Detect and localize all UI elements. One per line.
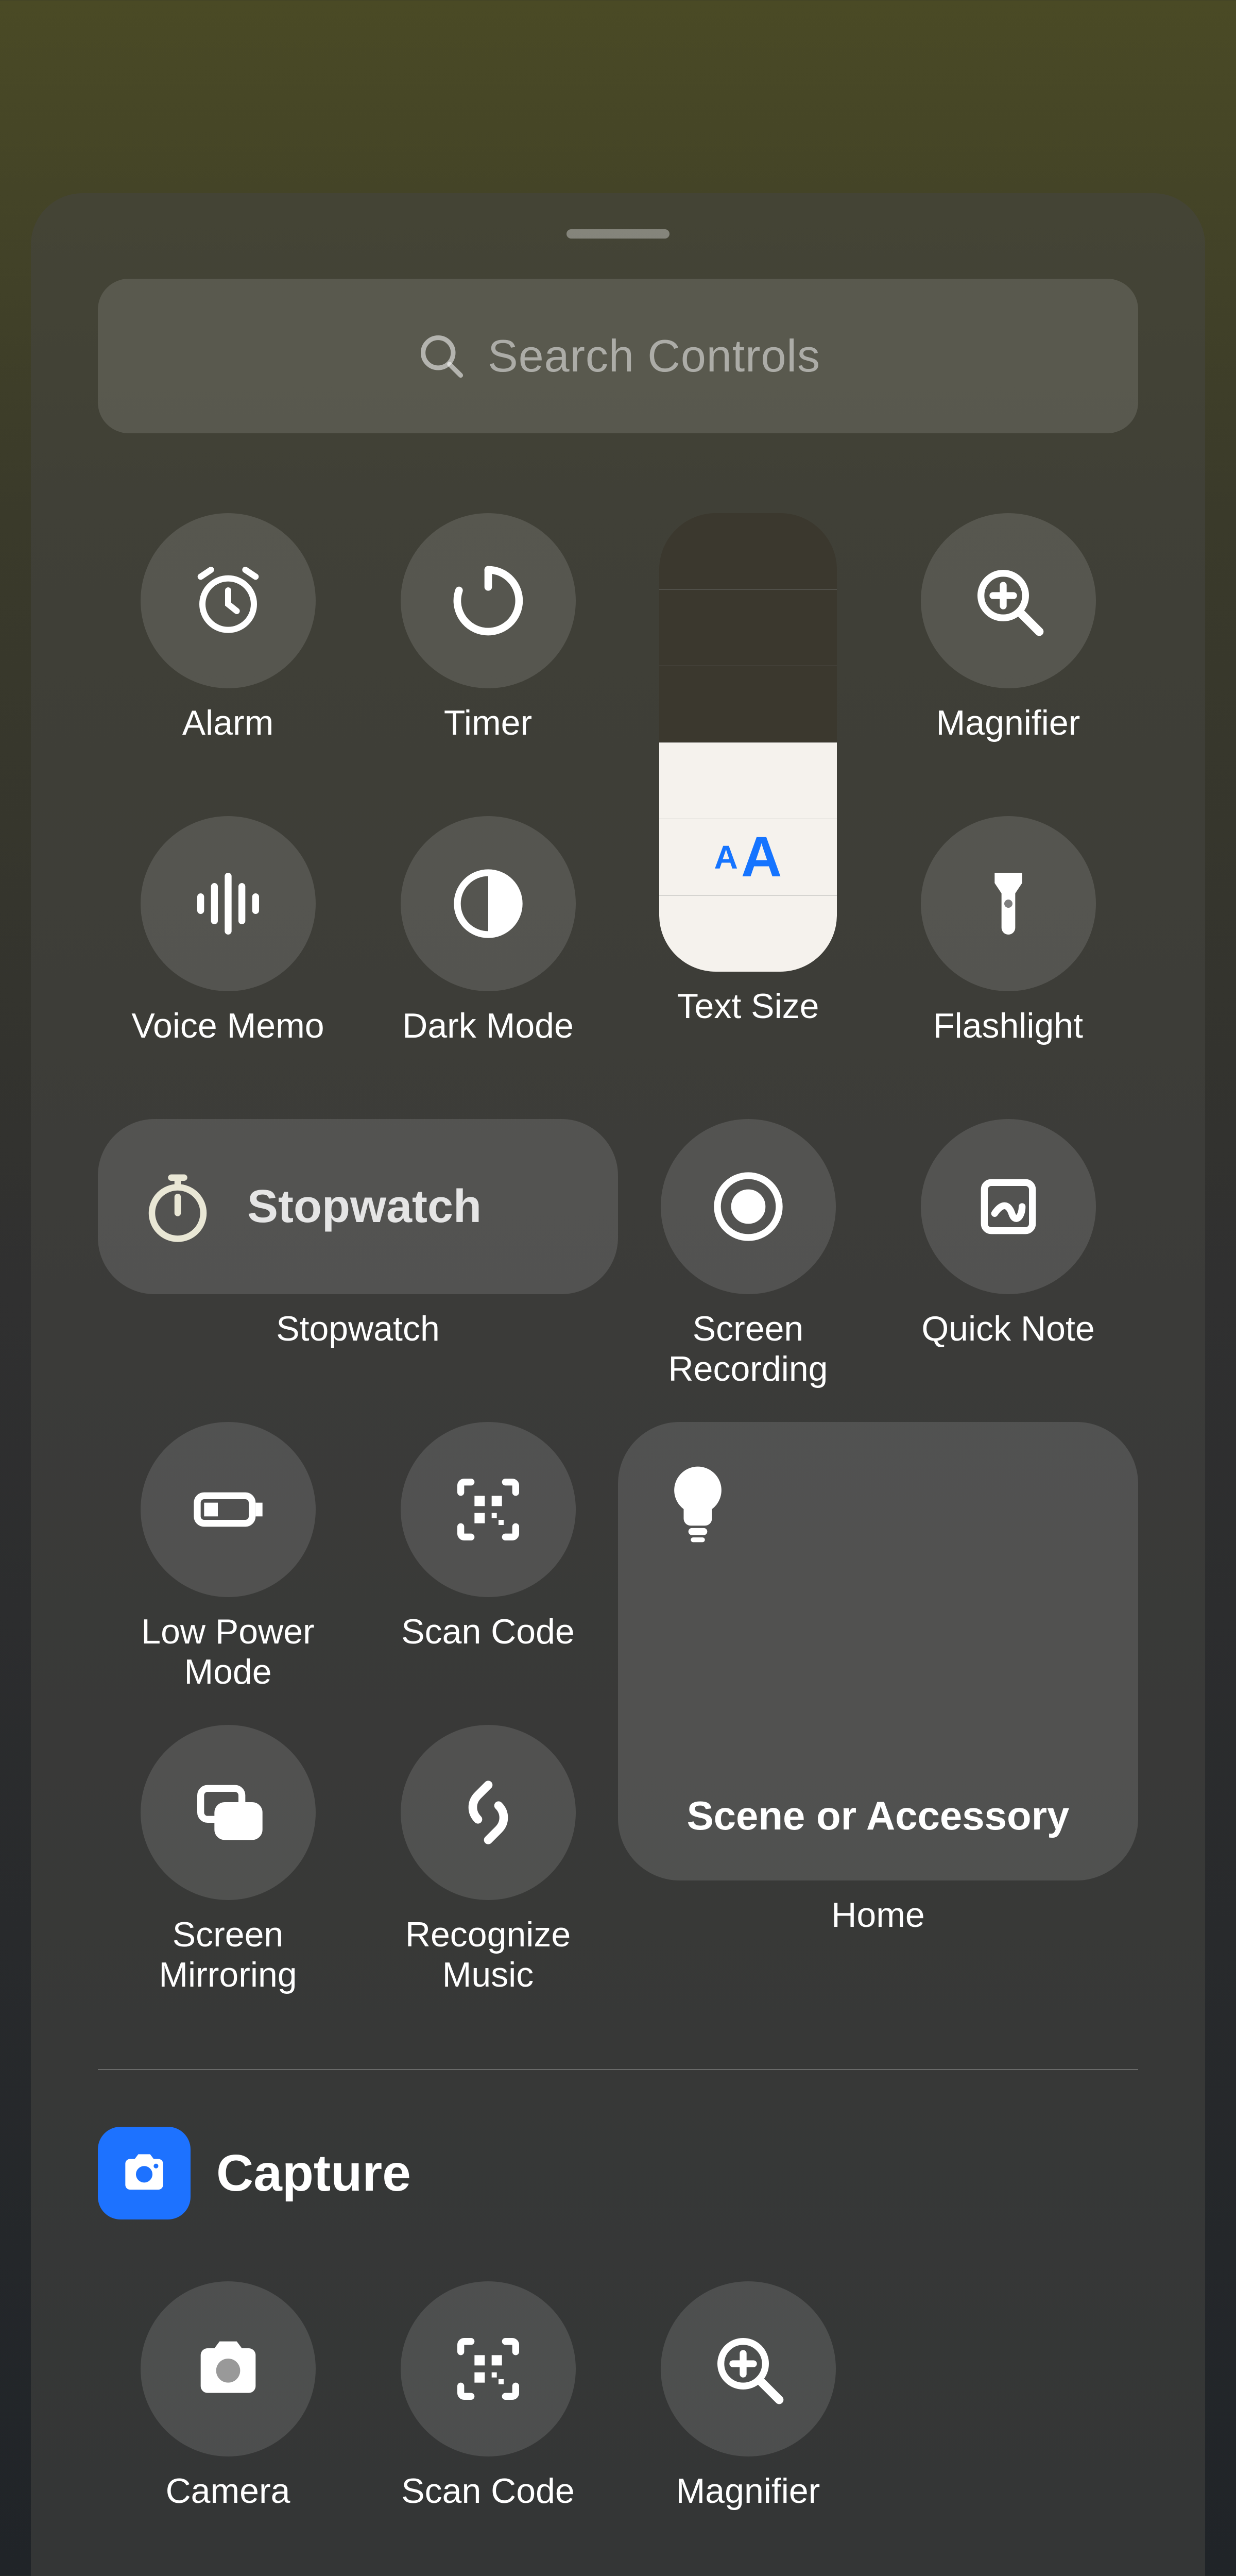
controls-grid: Alarm Timer A A Text Size <box>98 513 1138 1997</box>
camera-icon <box>187 2328 269 2410</box>
stopwatch-inline-label: Stopwatch <box>247 1180 482 1233</box>
qr-code-icon <box>447 1468 529 1551</box>
section-header-capture: Capture <box>98 2127 1138 2219</box>
tile-label: Quick Note <box>921 1309 1094 1391</box>
low-power-icon <box>187 1468 269 1551</box>
text-size-step[interactable] <box>659 742 837 819</box>
tile-home[interactable]: Scene or Accessory Home <box>618 1422 1138 1997</box>
text-size-step[interactable] <box>659 666 837 742</box>
tile-label: Flashlight <box>933 1006 1083 1088</box>
tile-timer[interactable]: Timer <box>358 513 618 785</box>
camera-icon <box>116 2145 173 2201</box>
section-title: Capture <box>216 2144 411 2203</box>
capture-app-icon <box>98 2127 191 2219</box>
tile-label: Text Size <box>677 986 819 1069</box>
tile-label: Scan Code <box>401 2471 574 2553</box>
text-size-step[interactable] <box>659 513 837 589</box>
screen-mirroring-icon <box>187 1771 269 1854</box>
text-size-step[interactable] <box>659 589 837 666</box>
home-inline-label: Scene or Accessory <box>687 1792 1070 1839</box>
controls-panel: Search Controls Alarm Timer A <box>31 193 1205 2576</box>
tile-label: Home <box>831 1895 924 1977</box>
tile-label: Magnifier <box>676 2471 820 2553</box>
search-input[interactable]: Search Controls <box>98 279 1138 433</box>
tile-label: Screen Mirroring <box>159 1914 297 1997</box>
quick-note-icon <box>967 1165 1050 1248</box>
tile-dark-mode[interactable]: Dark Mode <box>358 816 618 1088</box>
search-placeholder: Search Controls <box>488 330 820 382</box>
tile-magnifier-capture[interactable]: Magnifier <box>618 2281 878 2553</box>
tile-voice-memo[interactable]: Voice Memo <box>98 816 358 1088</box>
tile-scan-code-capture[interactable]: Scan Code <box>358 2281 618 2553</box>
qr-code-icon <box>447 2328 529 2410</box>
magnifier-icon <box>967 560 1050 642</box>
text-size-large-a-icon: A <box>741 824 782 890</box>
tile-label: Low Power Mode <box>141 1612 314 1694</box>
magnifier-icon <box>707 2328 789 2410</box>
tile-label: Timer <box>444 703 532 785</box>
tile-scan-code[interactable]: Scan Code <box>358 1422 618 1694</box>
alarm-icon <box>187 560 269 642</box>
tile-label: Stopwatch <box>276 1309 440 1391</box>
tile-camera[interactable]: Camera <box>98 2281 358 2553</box>
text-size-step[interactable] <box>659 895 837 972</box>
stopwatch-icon <box>139 1168 216 1245</box>
tile-recognize-music[interactable]: Recognize Music <box>358 1725 618 1997</box>
text-size-step[interactable]: A A <box>659 819 837 895</box>
shazam-icon <box>447 1771 529 1854</box>
tile-label: Screen Recording <box>668 1309 828 1391</box>
tile-magnifier[interactable]: Magnifier <box>878 513 1138 785</box>
tile-label: Alarm <box>182 703 274 785</box>
tile-label: Camera <box>166 2471 290 2553</box>
tile-screen-mirroring[interactable]: Screen Mirroring <box>98 1725 358 1997</box>
voice-memo-icon <box>187 862 269 945</box>
tile-label: Scan Code <box>401 1612 574 1694</box>
capture-grid: Camera Scan Code Magnifier <box>98 2281 1138 2553</box>
bulb-icon <box>670 1458 726 1551</box>
screen-recording-icon <box>707 1165 789 1248</box>
tile-text-size[interactable]: A A Text Size <box>618 513 878 1088</box>
search-icon <box>416 330 467 382</box>
tile-label: Recognize Music <box>405 1914 571 1997</box>
section-divider <box>98 2069 1138 2070</box>
tile-flashlight[interactable]: Flashlight <box>878 816 1138 1088</box>
drag-handle[interactable] <box>566 229 670 239</box>
dark-mode-icon <box>447 862 529 945</box>
tile-alarm[interactable]: Alarm <box>98 513 358 785</box>
tile-low-power-mode[interactable]: Low Power Mode <box>98 1422 358 1694</box>
tile-stopwatch[interactable]: Stopwatch Stopwatch <box>98 1119 618 1391</box>
tile-label: Dark Mode <box>402 1006 574 1088</box>
timer-icon <box>447 560 529 642</box>
tile-label: Voice Memo <box>131 1006 324 1088</box>
text-size-small-a-icon: A <box>714 838 738 876</box>
tile-screen-recording[interactable]: Screen Recording <box>618 1119 878 1391</box>
flashlight-icon <box>967 862 1050 945</box>
tile-label: Magnifier <box>936 703 1080 785</box>
tile-quick-note[interactable]: Quick Note <box>878 1119 1138 1391</box>
